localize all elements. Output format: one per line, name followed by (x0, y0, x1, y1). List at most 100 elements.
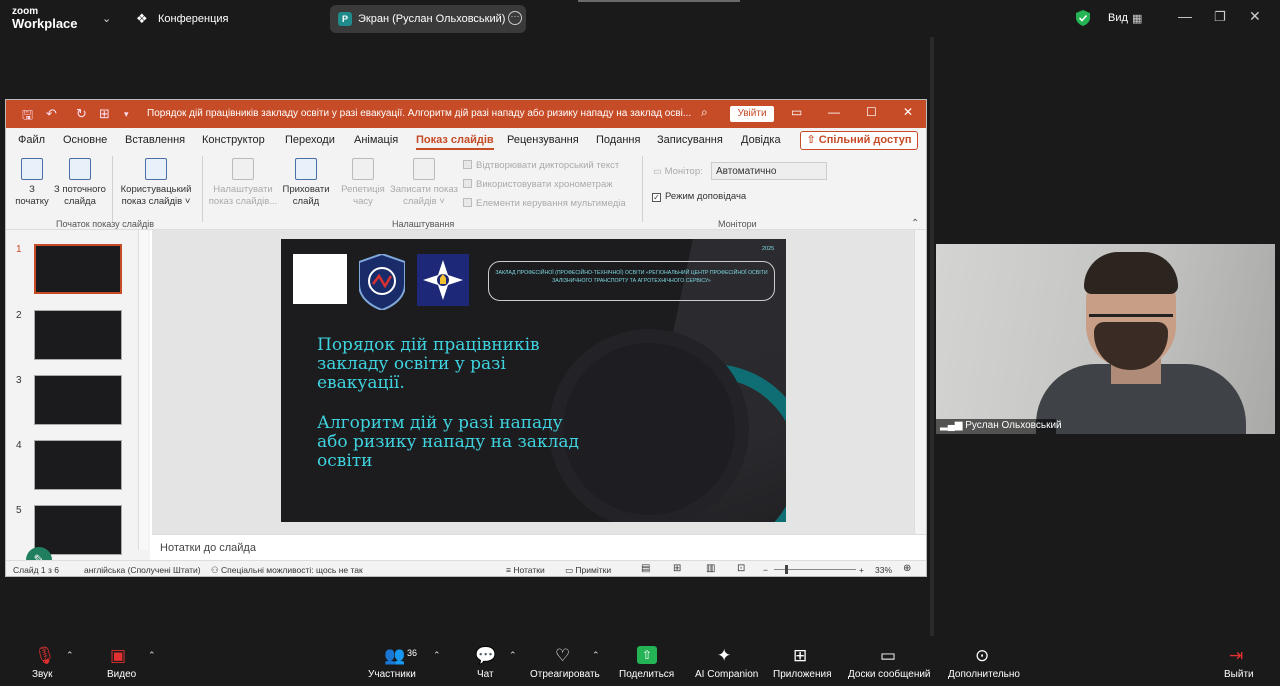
thumb-number: 5 (16, 505, 22, 516)
grid-icon[interactable]: ▦ (1132, 12, 1142, 25)
from-current-button[interactable]: З поточного слайда (50, 158, 110, 208)
accessibility-label: Спеціальні можливості: щось не так (220, 565, 363, 575)
setup-show-button[interactable]: Налаштувати показ слайдів... (206, 158, 280, 208)
share-screen-icon[interactable]: ⇧ (637, 646, 657, 664)
participants-icon[interactable]: 👥 (384, 646, 405, 666)
collapse-ribbon-icon[interactable]: ⌃ (911, 218, 919, 229)
chat-button[interactable]: Чат (477, 669, 494, 680)
redo-icon[interactable]: ↻ (76, 106, 87, 122)
timings-checkbox[interactable]: Використовувати хронометраж (463, 179, 613, 190)
participants-button[interactable]: Участники (368, 669, 416, 680)
apps-icon[interactable]: ⊞ (793, 646, 807, 666)
tab-record[interactable]: Записування (657, 134, 723, 146)
monitor-select[interactable]: Автоматично (711, 162, 827, 180)
notes-toggle[interactable]: ≡ Нотатки (506, 565, 545, 575)
tab-help[interactable]: Довідка (741, 134, 781, 146)
minimize-icon[interactable]: — (828, 105, 840, 119)
zoom-out-icon[interactable]: − (763, 565, 768, 575)
tab-file[interactable]: Файл (18, 134, 45, 146)
sparkle-icon[interactable]: ✦ (717, 646, 731, 666)
more-icon[interactable]: ··· (508, 11, 522, 25)
zoom-level[interactable]: 33% (875, 565, 892, 575)
media-controls-checkbox[interactable]: Елементи керування мультимедіа (463, 198, 626, 209)
comments-toggle[interactable]: ▭ Примітки (565, 565, 611, 576)
ai-companion-button[interactable]: AI Companion (695, 669, 758, 680)
fit-to-window-icon[interactable]: ⊕ (903, 563, 911, 574)
record-show-button[interactable]: Записати показ слайдів ˅ (386, 158, 462, 208)
share-screen-button[interactable]: Поделиться (619, 669, 674, 680)
slide-thumbnail-3[interactable] (34, 375, 122, 425)
whiteboard-icon[interactable]: ▭ (880, 646, 896, 666)
leave-icon[interactable]: ⇥ (1229, 646, 1243, 666)
video-off-icon[interactable]: ▣ (110, 646, 126, 666)
tab-animations[interactable]: Анімація (354, 134, 398, 146)
sign-in-button[interactable]: Увійти (730, 106, 774, 122)
heart-icon[interactable]: ♡ (555, 646, 570, 666)
video-button[interactable]: Видео (107, 669, 136, 680)
thumbnail-scrollbar[interactable] (138, 230, 148, 550)
audio-options-icon[interactable]: ⌃ (66, 650, 74, 661)
slide-thumbnail-1[interactable] (34, 244, 122, 294)
tab-home[interactable]: Основне (63, 134, 107, 146)
notes-pane[interactable]: Нотатки до слайда (152, 534, 926, 560)
custom-show-button[interactable]: Користувацький показ слайдів ˅ (114, 158, 198, 208)
tab-review[interactable]: Рецензування (507, 134, 579, 146)
tab-view[interactable]: Подання (596, 134, 640, 146)
react-options-icon[interactable]: ⌃ (592, 650, 600, 661)
zoom-in-icon[interactable]: + (859, 565, 864, 575)
chat-icon[interactable]: 💬 (475, 646, 496, 666)
maximize-icon[interactable]: ☐ (866, 105, 877, 119)
close-icon[interactable]: ✕ (903, 105, 913, 119)
search-icon[interactable]: ⌕ (701, 105, 708, 120)
current-slide[interactable]: ЗАКЛАД ПРОФЕСІЙНОЇ (ПРОФЕСІЙНО-ТЕХНІЧНОЇ… (281, 239, 786, 522)
normal-view-icon[interactable]: ▤ (641, 563, 650, 574)
zoom-slider-thumb[interactable] (785, 565, 788, 574)
video-options-icon[interactable]: ⌃ (148, 650, 156, 661)
maximize-icon[interactable]: ❐ (1214, 9, 1226, 25)
language-status[interactable]: англійська (Сполучені Штати) (84, 565, 201, 575)
tab-slideshow[interactable]: Показ слайдів (416, 134, 494, 150)
panel-divider[interactable] (930, 37, 934, 637)
accessibility-status[interactable]: ⚇ Спеціальні можливості: щось не так (211, 565, 363, 576)
participants-options-icon[interactable]: ⌃ (433, 650, 441, 661)
react-button[interactable]: Отреагировать (530, 669, 600, 680)
slide-scrollbar[interactable] (914, 230, 926, 534)
presenter-view-checkbox[interactable]: ✓ Режим доповідача (652, 191, 746, 202)
hide-slide-button[interactable]: Приховати слайд (278, 158, 334, 208)
participant-video[interactable]: ▂▄▆ Руслан Ольховський (936, 244, 1275, 434)
from-start-button[interactable]: З початку (12, 158, 52, 208)
customize-icon[interactable]: ▾ (124, 109, 129, 120)
record-label-2: слайдів ˅ (403, 196, 445, 207)
rehearse-button[interactable]: Репетиція часу (336, 158, 390, 208)
slide-thumbnail-2[interactable] (34, 310, 122, 360)
tab-transitions[interactable]: Переходи (285, 134, 335, 146)
undo-icon[interactable]: ↶ (46, 106, 57, 122)
reading-view-icon[interactable]: ▥ (706, 563, 715, 574)
more-button[interactable]: Дополнительно (948, 669, 1020, 680)
shield-icon[interactable] (1076, 10, 1090, 26)
tab-design[interactable]: Конструктор (202, 134, 265, 146)
apps-button[interactable]: Приложения (773, 669, 832, 680)
chevron-down-icon[interactable]: ⌄ (102, 12, 111, 25)
slideshow-view-icon[interactable]: ⊡ (737, 563, 745, 574)
ribbon-display-icon[interactable]: ▭ (791, 105, 802, 119)
more-icon[interactable]: ⊙ (975, 646, 989, 666)
zoom-logo: Workplace (12, 16, 78, 31)
leave-button[interactable]: Выйти (1224, 669, 1254, 680)
share-button[interactable]: ⇧ Спільний доступ (800, 131, 918, 150)
minimize-icon[interactable]: — (1178, 8, 1192, 24)
view-button[interactable]: Вид (1108, 12, 1128, 24)
tab-insert[interactable]: Вставлення (125, 134, 185, 146)
audio-button[interactable]: Звук (32, 669, 53, 680)
meeting-name[interactable]: Конференция (158, 13, 228, 25)
present-icon[interactable]: ⊞ (99, 106, 110, 122)
save-icon[interactable]: 🖫 (22, 106, 33, 128)
slide-thumbnail-5[interactable] (34, 505, 122, 555)
chat-options-icon[interactable]: ⌃ (509, 650, 517, 661)
mic-muted-icon[interactable]: 🎙 (34, 646, 56, 666)
narration-checkbox[interactable]: Відтворювати дикторський текст (463, 160, 619, 171)
sorter-view-icon[interactable]: ⊞ (673, 563, 681, 574)
close-icon[interactable]: ✕ (1249, 8, 1261, 25)
whiteboards-button[interactable]: Доски сообщений (848, 669, 931, 680)
slide-thumbnail-4[interactable] (34, 440, 122, 490)
